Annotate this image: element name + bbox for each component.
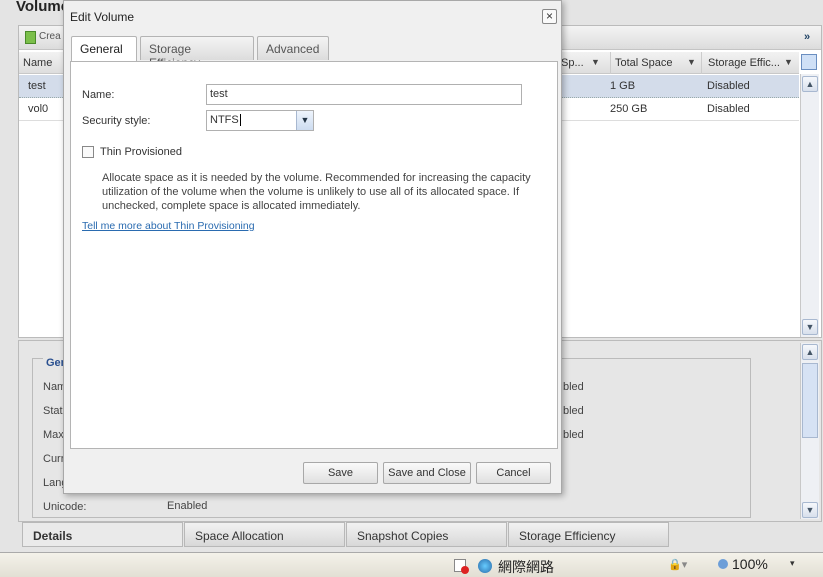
browser-status-bar: 網際網路 🔒▾ 100% ▾	[0, 552, 823, 577]
tab-snapshot-copies[interactable]: Snapshot Copies	[346, 522, 507, 547]
scroll-down-icon[interactable]: ▼	[802, 502, 818, 518]
tab-space-allocation[interactable]: Space Allocation	[184, 522, 345, 547]
tab-details[interactable]: Details	[22, 522, 183, 547]
create-label: Crea	[39, 31, 61, 42]
scroll-up-icon[interactable]: ▲	[802, 344, 818, 360]
unicode-value: Enabled	[167, 500, 208, 512]
detail-value: bled	[563, 429, 584, 441]
zoom-dropdown-icon[interactable]: ▾	[790, 558, 795, 569]
edit-volume-dialog: Edit Volume × General Storage Efficiency…	[63, 0, 562, 494]
thin-provisioned-label: Thin Provisioned	[100, 146, 182, 158]
security-style-label: Security style:	[82, 115, 151, 127]
column-chooser-icon[interactable]	[801, 54, 817, 70]
column-header-name[interactable]: Name	[23, 57, 52, 69]
save-and-close-button[interactable]: Save and Close	[383, 462, 471, 484]
tab-advanced[interactable]: Advanced	[257, 36, 329, 60]
dialog-title: Edit Volume	[70, 10, 135, 24]
column-header-total-space[interactable]: Total Space	[610, 52, 672, 74]
filter-icon[interactable]: ▼	[687, 57, 696, 67]
create-icon	[25, 31, 36, 44]
detail-label: Stat	[43, 405, 63, 417]
scroll-thumb[interactable]	[802, 363, 818, 438]
filter-icon[interactable]: ▼	[591, 57, 600, 67]
protected-mode-icon[interactable]: 🔒▾	[668, 558, 687, 571]
detail-label: Max	[43, 429, 64, 441]
cell-name: test	[28, 80, 46, 92]
cell-storage-efficiency: Disabled	[707, 103, 750, 115]
create-button[interactable]: Crea	[25, 31, 61, 44]
detail-value: bled	[563, 405, 584, 417]
zoom-level[interactable]: 100%	[732, 556, 768, 572]
detail-label: Curr	[43, 453, 65, 465]
detail-label: Unicode:	[43, 501, 87, 513]
popup-blocked-icon[interactable]	[454, 559, 469, 574]
scroll-down-icon[interactable]: ▼	[802, 319, 818, 335]
thin-provisioned-checkbox[interactable]	[82, 146, 94, 158]
close-icon[interactable]: ×	[542, 9, 557, 24]
name-label: Name:	[82, 89, 115, 101]
page-title: Volume	[16, 0, 70, 15]
filter-icon[interactable]: ▼	[784, 57, 793, 67]
more-icon[interactable]: »	[804, 31, 810, 43]
name-input[interactable]: test	[206, 84, 522, 105]
general-panel: Name: test Security style: NTFS ▼ Thin P…	[70, 61, 558, 449]
details-scrollbar[interactable]: ▲ ▼	[800, 343, 819, 519]
scroll-up-icon[interactable]: ▲	[802, 76, 818, 92]
tab-storage-efficiency[interactable]: Storage Efficiency	[140, 36, 254, 70]
thin-provisioned-description: Allocate space as it is needed by the vo…	[102, 172, 531, 212]
tab-general[interactable]: General	[71, 36, 137, 61]
column-header-storage-efficiency[interactable]: Storage Effic...	[701, 52, 780, 74]
chevron-down-icon[interactable]: ▼	[296, 111, 313, 130]
cell-name: vol0	[28, 103, 49, 115]
security-zone-label: 網際網路	[498, 559, 554, 575]
column-header-space[interactable]: Sp...	[561, 57, 584, 69]
grid-scrollbar[interactable]: ▲ ▼	[800, 74, 819, 337]
zoom-icon	[718, 559, 728, 569]
cell-total-space: 1 GB	[610, 80, 636, 92]
save-button[interactable]: Save	[303, 462, 378, 484]
cell-storage-efficiency: Disabled	[707, 80, 750, 92]
tab-storage-efficiency[interactable]: Storage Efficiency	[508, 522, 669, 547]
detail-value: bled	[563, 381, 584, 393]
security-style-select[interactable]: NTFS ▼	[206, 110, 314, 131]
security-style-value: NTFS	[210, 114, 241, 126]
thin-provisioning-help-link[interactable]: Tell me more about Thin Provisioning	[82, 220, 255, 232]
cancel-button[interactable]: Cancel	[476, 462, 551, 484]
globe-icon	[478, 559, 492, 573]
cell-total-space: 250 GB	[610, 103, 648, 115]
